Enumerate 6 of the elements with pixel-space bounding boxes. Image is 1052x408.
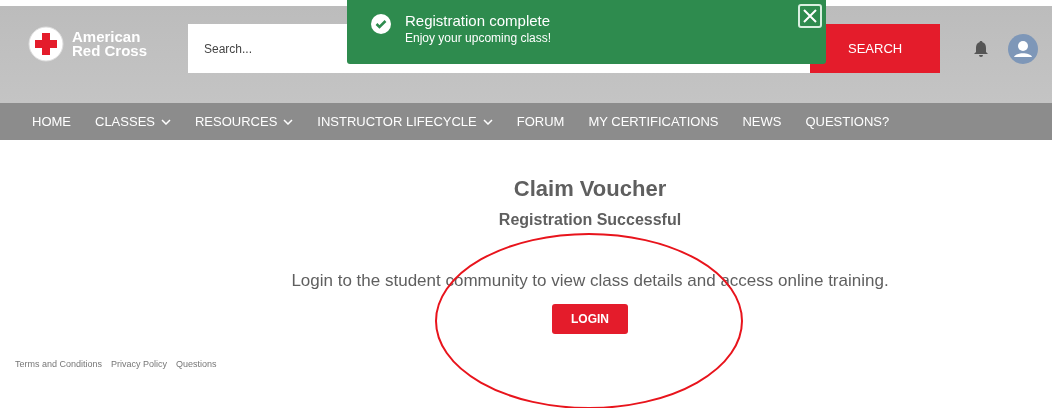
logo-text: American (72, 30, 142, 44)
toast-message: Enjoy your upcoming class! (405, 31, 552, 45)
page-subtitle: Registration Successful (498, 211, 682, 229)
toast-title: Registration complete (405, 12, 552, 29)
logo-text: Red Cross (72, 44, 148, 58)
page-title: Claim Voucher (513, 176, 667, 202)
